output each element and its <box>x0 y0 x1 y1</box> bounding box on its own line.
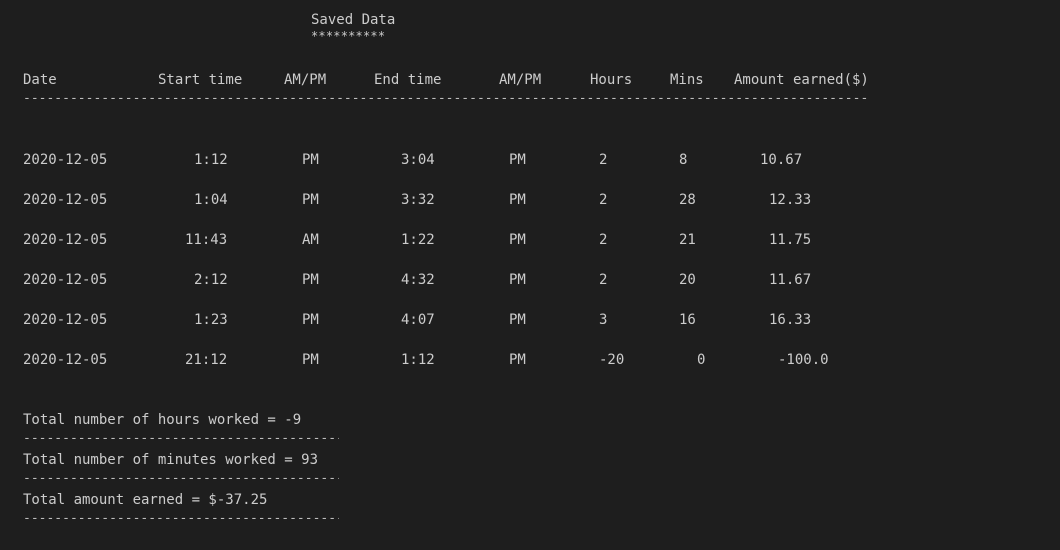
table-row: 2020-12-05 1:12 PM 3:04 PM 2 8 10.67 <box>0 150 802 170</box>
cell-hours: -20 <box>599 352 625 368</box>
cell-mins: 20 <box>679 272 696 288</box>
terminal-output: Saved Data ********** Date Start time AM… <box>0 0 1060 537</box>
cell-mins: 16 <box>679 312 696 328</box>
column-header-end-time: End time <box>374 72 442 88</box>
cell-start-time: 2:12 <box>194 272 228 288</box>
column-header-mins: Mins <box>670 72 704 88</box>
cell-end-time: 1:22 <box>401 232 435 248</box>
cell-amount: -100.0 <box>778 352 829 368</box>
column-header-start-time: Start time <box>158 72 243 88</box>
column-header-start-ampm: AM/PM <box>284 72 327 88</box>
cell-mins: 21 <box>679 232 696 248</box>
cell-amount: 11.67 <box>769 272 812 288</box>
cell-end-time: 4:07 <box>401 312 435 328</box>
cell-start-time: 1:23 <box>194 312 228 328</box>
cell-end-time: 4:32 <box>401 272 435 288</box>
cell-mins: 0 <box>697 352 706 368</box>
cell-date: 2020-12-05 <box>23 152 108 168</box>
cell-start-time: 1:12 <box>194 152 228 168</box>
cell-end-ampm: PM <box>509 312 526 328</box>
cell-start-ampm: PM <box>302 272 319 288</box>
column-header-hours: Hours <box>590 72 633 88</box>
cell-date: 2020-12-05 <box>23 232 108 248</box>
total-hours: Total number of hours worked = -9 <box>23 412 302 428</box>
cell-end-ampm: PM <box>509 152 526 168</box>
cell-mins: 28 <box>679 192 696 208</box>
cell-start-time: 21:12 <box>185 352 228 368</box>
cell-end-time: 3:04 <box>401 152 435 168</box>
cell-end-time: 1:12 <box>401 352 435 368</box>
table-row: 2020-12-05 1:04 PM 3:32 PM 2 28 12.33 <box>0 190 811 210</box>
total-divider: ----------------------------------------… <box>23 432 339 446</box>
column-header-end-ampm: AM/PM <box>499 72 542 88</box>
total-divider: ----------------------------------------… <box>23 512 339 526</box>
cell-date: 2020-12-05 <box>23 352 108 368</box>
cell-hours: 2 <box>599 192 608 208</box>
table-row: 2020-12-05 21:12 PM 1:12 PM -20 0 -100.0 <box>0 350 829 370</box>
cell-amount: 16.33 <box>769 312 812 328</box>
cell-end-ampm: PM <box>509 352 526 368</box>
column-header-date: Date <box>23 72 57 88</box>
cell-hours: 2 <box>599 152 608 168</box>
cell-start-ampm: PM <box>302 152 319 168</box>
header-divider: ----------------------------------------… <box>23 92 869 106</box>
table-row: 2020-12-05 11:43 AM 1:22 PM 2 21 11.75 <box>0 230 811 250</box>
cell-start-ampm: PM <box>302 352 319 368</box>
total-divider: ----------------------------------------… <box>23 472 339 486</box>
column-header-amount: Amount earned($) <box>734 72 869 88</box>
cell-date: 2020-12-05 <box>23 272 108 288</box>
cell-mins: 8 <box>679 152 688 168</box>
cell-start-time: 1:04 <box>194 192 228 208</box>
cell-hours: 2 <box>599 272 608 288</box>
cell-end-ampm: PM <box>509 272 526 288</box>
table-row: 2020-12-05 1:23 PM 4:07 PM 3 16 16.33 <box>0 310 811 330</box>
cell-amount: 10.67 <box>760 152 803 168</box>
cell-date: 2020-12-05 <box>23 312 108 328</box>
cell-amount: 12.33 <box>769 192 812 208</box>
cell-hours: 2 <box>599 232 608 248</box>
cell-end-ampm: PM <box>509 192 526 208</box>
cell-start-ampm: PM <box>302 312 319 328</box>
cell-end-time: 3:32 <box>401 192 435 208</box>
cell-start-time: 11:43 <box>185 232 228 248</box>
title-underline: ********** <box>311 29 386 43</box>
total-amount: Total amount earned = $-37.25 <box>23 492 268 508</box>
table-header: Date Start time AM/PM End time AM/PM Hou… <box>0 70 869 90</box>
cell-date: 2020-12-05 <box>23 192 108 208</box>
cell-start-ampm: AM <box>302 232 319 248</box>
page-title: Saved Data <box>311 12 396 28</box>
total-minutes: Total number of minutes worked = 93 <box>23 452 319 468</box>
cell-end-ampm: PM <box>509 232 526 248</box>
cell-start-ampm: PM <box>302 192 319 208</box>
cell-hours: 3 <box>599 312 608 328</box>
table-row: 2020-12-05 2:12 PM 4:32 PM 2 20 11.67 <box>0 270 811 290</box>
cell-amount: 11.75 <box>769 232 812 248</box>
